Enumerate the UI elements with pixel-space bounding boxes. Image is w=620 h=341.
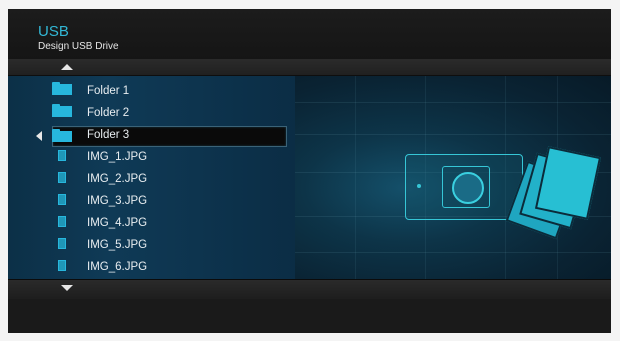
- list-item-label: IMG_1.JPG: [87, 151, 148, 163]
- list-item-image[interactable]: IMG_4.JPG: [52, 214, 292, 234]
- list-item-label: IMG_5.JPG: [87, 239, 148, 251]
- list-item-label: Folder 3: [87, 129, 130, 141]
- folder-icon: [52, 82, 72, 95]
- list-item-label: IMG_2.JPG: [87, 173, 148, 185]
- list-item-label: Folder 1: [87, 85, 130, 97]
- folder-icon: [52, 104, 72, 117]
- scroll-up-arrow-icon[interactable]: [61, 64, 73, 70]
- list-item-folder-selected[interactable]: Folder 3: [52, 126, 292, 146]
- list-item-folder[interactable]: Folder 2: [52, 104, 292, 124]
- list-item-image[interactable]: IMG_6.JPG: [52, 258, 292, 278]
- list-item-label: Folder 2: [87, 107, 130, 119]
- list-item-image[interactable]: IMG_5.JPG: [52, 236, 292, 256]
- list-item-label: IMG_6.JPG: [87, 261, 148, 273]
- file-list: Folder 1 Folder 2 Folder 3 IMG_1.JPG IMG…: [8, 76, 295, 279]
- drive-name: Design USB Drive: [38, 41, 119, 52]
- page-title: USB: [38, 23, 69, 40]
- footer: [8, 299, 611, 333]
- list-item-label: IMG_3.JPG: [87, 195, 148, 207]
- list-item-image[interactable]: IMG_2.JPG: [52, 170, 292, 190]
- folder-icon: [52, 129, 72, 142]
- list-item-image[interactable]: IMG_1.JPG: [52, 148, 292, 168]
- usb-browser-screen: USB Design USB Drive Folder 1 Folder 2 F…: [8, 9, 611, 333]
- image-file-icon: [58, 216, 66, 227]
- list-item-label: IMG_4.JPG: [87, 217, 148, 229]
- image-file-icon: [58, 172, 66, 183]
- image-file-icon: [58, 260, 66, 271]
- preview-panel: [295, 76, 611, 279]
- header: USB Design USB Drive: [8, 9, 611, 59]
- back-arrow-icon[interactable]: [36, 131, 42, 141]
- image-file-icon: [58, 150, 66, 161]
- scroll-down-arrow-icon[interactable]: [61, 285, 73, 291]
- image-file-icon: [58, 238, 66, 249]
- image-file-icon: [58, 194, 66, 205]
- scroll-down-bar[interactable]: [8, 279, 611, 300]
- list-item-folder[interactable]: Folder 1: [52, 82, 292, 102]
- list-item-image[interactable]: IMG_3.JPG: [52, 192, 292, 212]
- scroll-up-bar[interactable]: [8, 59, 611, 76]
